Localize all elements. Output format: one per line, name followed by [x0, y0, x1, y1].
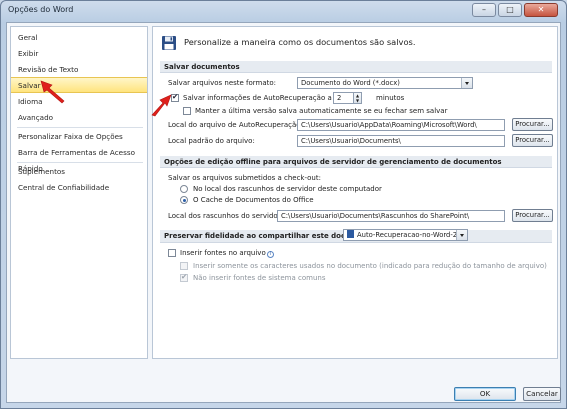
sidebar-item-revisao[interactable]: Revisão de Texto [11, 62, 147, 78]
maximize-button[interactable]: □ [498, 3, 522, 17]
window-title: Opções do Word [8, 5, 74, 14]
sidebar-item-confiabilidade[interactable]: Central de Confiabilidade [11, 180, 147, 196]
chevron-down-icon [461, 78, 472, 88]
minutes-label: minutos [376, 94, 405, 102]
sidebar: Geral Exibir Revisão de Texto Salvar Idi… [10, 26, 148, 359]
save-format-select[interactable]: Documento do Word (*.docx) [297, 77, 473, 89]
sidebar-item-salvar[interactable]: Salvar [11, 77, 147, 93]
embed-fonts-label: Inserir fontes no arquivo i [180, 249, 274, 258]
embed-used-chars-label: Inserir somente os caracteres usados no … [193, 262, 547, 270]
drafts-location-input[interactable]: C:\Users\Usuario\Documents\Rascunhos do … [277, 210, 505, 222]
radio-server-drafts-label: No local dos rascunhos de servidor deste… [193, 185, 382, 193]
floppy-disk-icon [162, 36, 176, 50]
default-location-input[interactable]: C:\Users\Usuario\Documents\ [297, 135, 505, 147]
browse-drafts-button[interactable]: Procurar... [512, 209, 553, 222]
title-bar[interactable]: Opções do Word – □ ✕ [1, 1, 566, 21]
close-button[interactable]: ✕ [524, 3, 558, 17]
section-save-documents: Salvar documentos [160, 61, 552, 73]
minutes-spinner[interactable]: ▲ ▼ [354, 92, 362, 104]
section-offline-editing: Opções de edição offline para arquivos d… [160, 156, 552, 168]
radio-office-cache-label: O Cache de Documentos do Office [193, 196, 314, 204]
annotation-arrow-icon [40, 80, 65, 104]
sidebar-item-avancado[interactable]: Avançado [11, 110, 147, 126]
dialog-client: Geral Exibir Revisão de Texto Salvar Idi… [6, 22, 561, 403]
word-options-dialog: Opções do Word – □ ✕ Geral Exibir Revisã… [0, 0, 567, 409]
sidebar-item-acesso-rapido[interactable]: Barra de Ferramentas de Acesso Rápido [11, 145, 147, 173]
minimize-button[interactable]: – [472, 3, 496, 17]
checkout-label: Salvar os arquivos submetidos a check-ou… [168, 174, 321, 182]
sidebar-separator [17, 127, 143, 128]
main-panel: Personalize a maneira como os documentos… [152, 26, 558, 359]
ok-button[interactable]: OK [454, 387, 516, 401]
sidebar-item-geral[interactable]: Geral [11, 30, 147, 46]
annotation-arrow-icon [151, 94, 172, 117]
sidebar-item-personalizar-faixa[interactable]: Personalizar Faixa de Opções [11, 129, 147, 145]
page-header-text: Personalize a maneira como os documentos… [184, 37, 416, 47]
radio-office-cache[interactable] [180, 196, 188, 204]
sidebar-separator [17, 162, 143, 163]
autorecover-location-label: Local do arquivo de AutoRecuperação: [168, 121, 303, 129]
browse-default-button[interactable]: Procurar... [512, 134, 553, 147]
radio-server-drafts[interactable] [180, 185, 188, 193]
no-system-fonts-label: Não inserir fontes de sistema comuns [193, 274, 326, 282]
window-controls: – □ ✕ [472, 3, 558, 17]
sidebar-item-suplementos[interactable]: Suplementos [11, 164, 147, 180]
autorecover-location-input[interactable]: C:\Users\Usuario\AppData\Roaming\Microso… [297, 119, 505, 131]
default-location-label: Local padrão do arquivo: [168, 137, 255, 145]
sidebar-item-exibir[interactable]: Exibir [11, 46, 147, 62]
sidebar-item-idioma[interactable]: Idioma [11, 94, 147, 110]
drafts-location-label: Local dos rascunhos do servidor: [168, 212, 283, 220]
autorecover-minutes-input[interactable]: 2 [333, 92, 354, 104]
autorecover-label: Salvar informações de AutoRecuperação a … [183, 94, 351, 102]
no-system-fonts-checkbox [180, 272, 188, 282]
fidelity-document-select[interactable]: Auto-Recuperacao-no-Word-2010 [343, 229, 468, 241]
fidelity-document-value: Auto-Recuperacao-no-Word-2010 [357, 231, 468, 239]
save-format-value: Documento do Word (*.docx) [301, 79, 400, 87]
keep-last-version-checkbox[interactable] [183, 107, 191, 115]
embed-fonts-checkbox[interactable] [168, 249, 176, 257]
cancel-button[interactable]: Cancelar [523, 387, 561, 401]
word-doc-icon [347, 230, 354, 238]
chevron-down-icon [456, 230, 467, 240]
save-format-label: Salvar arquivos neste formato: [168, 79, 277, 87]
embed-used-chars-checkbox [180, 262, 188, 270]
keep-last-version-label: Manter a última versão salva automaticam… [195, 107, 448, 115]
info-icon: i [266, 251, 274, 258]
vertical-scrollbar[interactable] [549, 27, 557, 358]
browse-autorecover-button[interactable]: Procurar... [512, 118, 553, 131]
